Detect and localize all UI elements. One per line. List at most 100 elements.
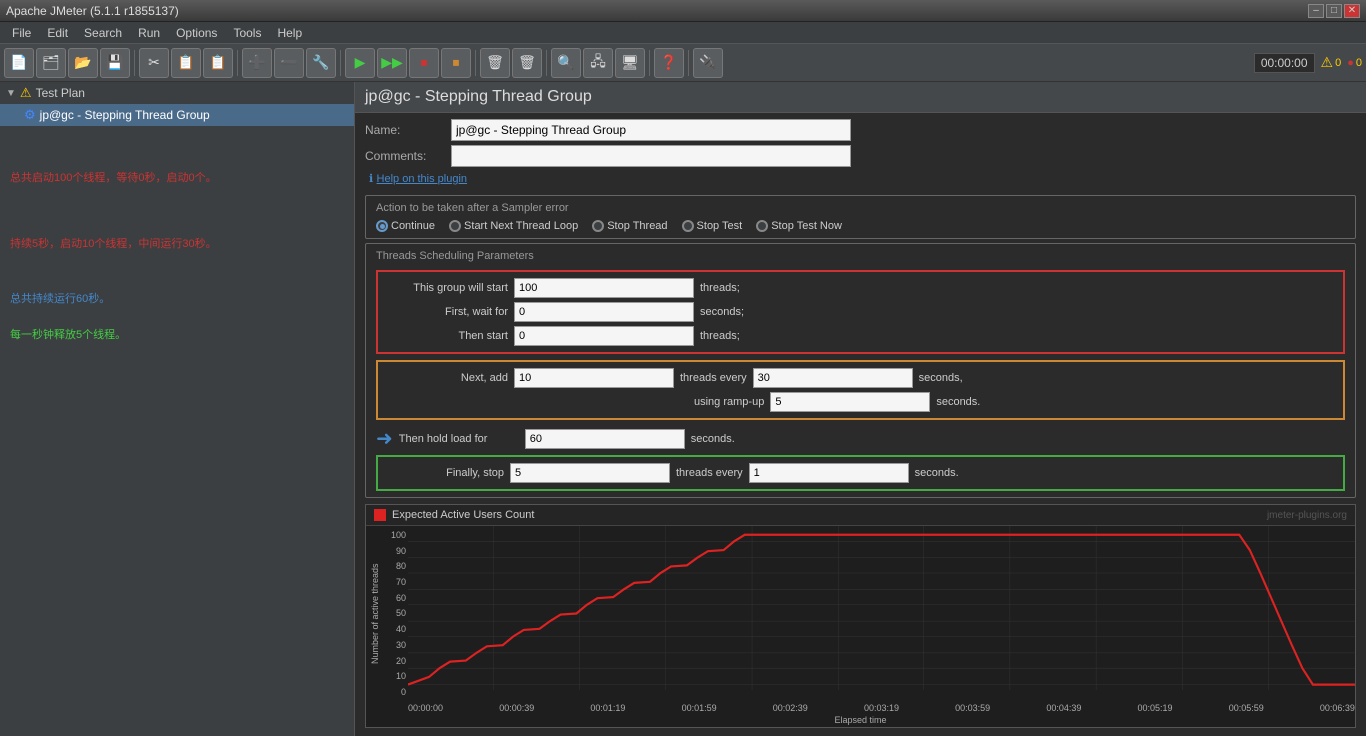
ramp-up-input[interactable] — [770, 392, 930, 412]
finally-threads-every-input[interactable] — [749, 463, 909, 483]
first-wait-input[interactable] — [514, 302, 694, 322]
name-input[interactable] — [451, 119, 851, 141]
close-button[interactable]: ✕ — [1344, 4, 1360, 18]
radio-stop-test[interactable]: Stop Test — [682, 220, 743, 232]
sidebar-item-thread-group[interactable]: ⚙ jp@gc - Stepping Thread Group — [0, 104, 354, 126]
content-area: jp@gc - Stepping Thread Group Name: Comm… — [355, 82, 1366, 736]
menu-search[interactable]: Search — [76, 24, 130, 42]
start-button[interactable]: ▶ — [345, 48, 375, 78]
radio-stop-test-now-label: Stop Test Now — [771, 220, 842, 232]
hold-load-input[interactable] — [525, 429, 685, 449]
chart-svg — [408, 526, 1355, 701]
radio-stop-thread-label: Stop Thread — [607, 220, 667, 232]
menu-options[interactable]: Options — [168, 24, 225, 42]
save-button[interactable]: 💾 — [100, 48, 130, 78]
collapse-button[interactable]: ➖ — [274, 48, 304, 78]
radio-continue[interactable]: Continue — [376, 220, 435, 232]
panel-header: jp@gc - Stepping Thread Group — [355, 82, 1366, 113]
first-wait-label: First, wait for — [388, 306, 508, 318]
next-add-label: Next, add — [388, 372, 508, 384]
paste-button[interactable]: 📋 — [203, 48, 233, 78]
main-layout: ▼ ⚠ Test Plan ⚙ jp@gc - Stepping Thread … — [0, 82, 1366, 736]
error-action-section: Action to be taken after a Sampler error… — [365, 195, 1356, 239]
plugin-button[interactable]: 🔌 — [693, 48, 723, 78]
remote-button[interactable]: 🖧 — [583, 48, 613, 78]
chart-watermark: jmeter-plugins.org — [1267, 510, 1347, 521]
chart-xlabel: Elapsed time — [366, 715, 1355, 727]
stop-button[interactable]: ⏹ — [409, 48, 439, 78]
radio-stop-test-label: Stop Test — [697, 220, 743, 232]
name-section: Name: Comments: ℹ Help on this plugin — [355, 113, 1366, 191]
arrow-right-icon: ➜ — [376, 426, 393, 451]
finally-stop-label: Finally, stop — [384, 467, 504, 479]
copy-button[interactable]: 📋 — [171, 48, 201, 78]
group-start-label: This group will start — [388, 282, 508, 294]
radio-stop-thread-circle — [592, 220, 604, 232]
error-action-radio-group: Continue Start Next Thread Loop Stop Thr… — [376, 220, 1345, 232]
threads-every-input[interactable] — [753, 368, 913, 388]
radio-stop-test-now[interactable]: Stop Test Now — [756, 220, 842, 232]
hold-load-row: ➜ Then hold load for seconds. — [376, 426, 1345, 451]
menubar: File Edit Search Run Options Tools Help — [0, 22, 1366, 44]
chart-legend-dot — [374, 509, 386, 521]
toolbar: 📄 🗂 📂 💾 ✂ 📋 📋 ➕ ➖ 🔧 ▶ ▶▶ ⏹ ⏹ 🗑 🗑 🔍 🖧 🖥 ❓… — [0, 44, 1366, 82]
then-start-input[interactable] — [514, 326, 694, 346]
help-link[interactable]: Help on this plugin — [377, 173, 468, 185]
expand-button[interactable]: ➕ — [242, 48, 272, 78]
menu-file[interactable]: File — [4, 24, 39, 42]
group-start-input[interactable] — [514, 278, 694, 298]
then-start-label: Then start — [388, 330, 508, 342]
chart-plot — [408, 526, 1355, 701]
menu-run[interactable]: Run — [130, 24, 168, 42]
warning-indicator: ⚠ 0 — [1321, 54, 1342, 71]
radio-stop-test-circle — [682, 220, 694, 232]
sidebar: ▼ ⚠ Test Plan ⚙ jp@gc - Stepping Thread … — [0, 82, 355, 736]
red-param-box: This group will start threads; First, wa… — [376, 270, 1345, 354]
menu-tools[interactable]: Tools — [225, 24, 269, 42]
radio-next-thread-loop[interactable]: Start Next Thread Loop — [449, 220, 578, 232]
threads-every-label: threads every — [680, 372, 747, 384]
radio-stop-test-now-circle — [756, 220, 768, 232]
note-green: 每一秒钟释放5个线程。 — [0, 323, 354, 349]
chart-section: Expected Active Users Count jmeter-plugi… — [365, 504, 1356, 728]
hold-load-label: Then hold load for — [399, 433, 519, 445]
open-button[interactable]: 📂 — [68, 48, 98, 78]
next-add-input[interactable] — [514, 368, 674, 388]
finally-unit: seconds. — [915, 467, 959, 479]
help-button[interactable]: ❓ — [654, 48, 684, 78]
clear-button[interactable]: 🗑 — [480, 48, 510, 78]
comments-input[interactable] — [451, 145, 851, 167]
maximize-button[interactable]: □ — [1326, 4, 1342, 18]
orange-param-box: Next, add threads every seconds, using r… — [376, 360, 1345, 420]
info-icon: ℹ — [369, 173, 373, 185]
menu-edit[interactable]: Edit — [39, 24, 76, 42]
radio-stop-thread[interactable]: Stop Thread — [592, 220, 667, 232]
window-controls[interactable]: – □ ✕ — [1308, 4, 1360, 18]
clear-all-button[interactable]: 🗑 — [512, 48, 542, 78]
search-toolbar-button[interactable]: 🔍 — [551, 48, 581, 78]
scheduling-section: Threads Scheduling Parameters This group… — [365, 243, 1356, 498]
sidebar-item-test-plan[interactable]: ▼ ⚠ Test Plan — [0, 82, 354, 104]
chart-y-labels: 0 10 20 30 40 50 60 70 80 90 100 — [384, 526, 408, 701]
then-start-unit: threads; — [700, 330, 740, 342]
shutdown-button[interactable]: ⏹ — [441, 48, 471, 78]
cut-button[interactable]: ✂ — [139, 48, 169, 78]
chart-xaxis: 00:00:00 00:00:39 00:01:19 00:01:59 00:0… — [366, 701, 1355, 715]
error-action-title: Action to be taken after a Sampler error — [376, 202, 1345, 214]
finally-stop-input[interactable] — [510, 463, 670, 483]
radio-next-thread-loop-circle — [449, 220, 461, 232]
ramp-up-unit: seconds. — [936, 396, 980, 408]
threads-every-unit: seconds, — [919, 372, 963, 384]
templates-button[interactable]: 🗂 — [36, 48, 66, 78]
ramp-up-label: using ramp-up — [694, 396, 764, 408]
test-plan-label: Test Plan — [36, 86, 85, 100]
chart-area: Number of active threads 0 10 20 30 40 5… — [366, 526, 1355, 701]
remote2-button[interactable]: 🖥 — [615, 48, 645, 78]
timer-display: 00:00:00 — [1254, 53, 1315, 73]
toggle-button[interactable]: 🔧 — [306, 48, 336, 78]
start-no-pause-button[interactable]: ▶▶ — [377, 48, 407, 78]
menu-help[interactable]: Help — [269, 24, 310, 42]
test-plan-icon: ⚠ — [20, 85, 32, 101]
minimize-button[interactable]: – — [1308, 4, 1324, 18]
new-button[interactable]: 📄 — [4, 48, 34, 78]
